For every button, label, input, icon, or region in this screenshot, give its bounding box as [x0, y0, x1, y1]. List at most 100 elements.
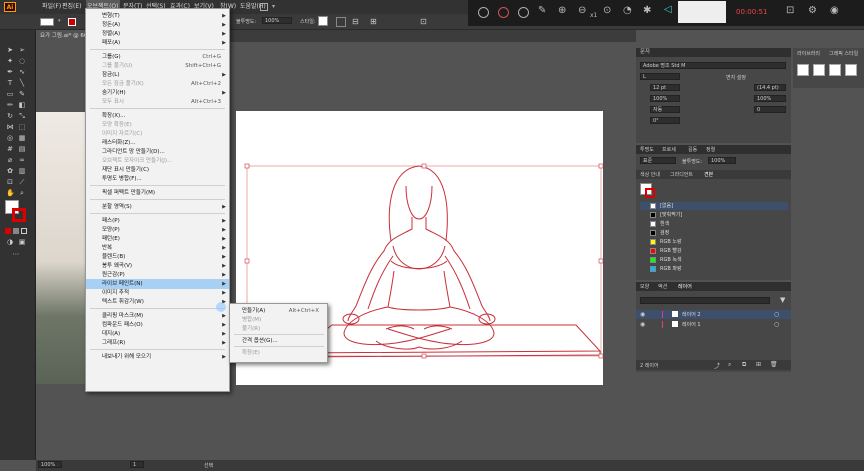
stroke-color-icon[interactable] [12, 208, 26, 222]
recolor-icon[interactable] [336, 17, 346, 27]
tab-actions[interactable]: 액션 [658, 283, 667, 290]
object-menu-item[interactable]: 모두 표시 Alt+Ctrl+3 [86, 97, 229, 107]
target-icon[interactable]: ○ [774, 321, 779, 328]
eye-icon[interactable]: ◉ [640, 311, 645, 318]
object-menu-item[interactable]: 픽셀 퍼펙트 만들기(M) [86, 188, 229, 198]
search-icon[interactable]: ⌕ [728, 361, 731, 369]
pen-icon[interactable]: ✎ [538, 5, 546, 16]
font-family-select[interactable]: Adobe 명조 Std M [640, 62, 786, 69]
trash-icon[interactable]: 🗑 [770, 361, 778, 368]
baseline-field[interactable]: 0 [754, 106, 786, 113]
swatch-row[interactable]: RGB 녹색 [640, 256, 788, 264]
object-menu-item[interactable]: 그래프(R) ▶ [86, 338, 229, 348]
chevron-down-icon[interactable]: ▾ [272, 3, 275, 10]
blend-icon[interactable]: ∞ [18, 156, 26, 164]
direct-selection-tool-icon[interactable]: ➢ [18, 46, 26, 54]
clip-icon[interactable]: ⧉ [742, 361, 746, 369]
tab-gradient[interactable]: 그라디언트 [670, 171, 693, 178]
rotate-icon[interactable]: ↻ [6, 112, 14, 120]
tracking-field[interactable]: 100% [650, 95, 680, 102]
font-style-select[interactable]: L [640, 73, 680, 80]
blend-mode-select[interactable]: 표준 [640, 157, 676, 164]
swatch-row[interactable]: [맞춰찍기] [640, 211, 788, 219]
swatch-row[interactable]: 검정 [640, 229, 788, 237]
color-mode-icon[interactable] [5, 228, 11, 234]
camera-icon[interactable]: ⊡ [786, 5, 794, 16]
leading-field[interactable]: (14.4 pt) [754, 84, 786, 91]
graphic-style-swatch[interactable] [829, 64, 841, 76]
selection-tool-icon[interactable]: ➤ [6, 46, 14, 54]
object-menu-item[interactable]: 패포(A) ▶ [86, 38, 229, 48]
layer-name[interactable]: 레이어 1 [682, 321, 701, 328]
isolate-icon[interactable]: ⊡ [420, 17, 430, 27]
gradient-mode-icon[interactable] [13, 228, 19, 234]
pencil-icon[interactable]: ✏ [6, 101, 14, 109]
none-mode-icon[interactable] [21, 228, 27, 234]
paintbrush-icon[interactable]: ✎ [18, 90, 26, 98]
target-icon[interactable]: ○ [774, 311, 779, 318]
align-icon[interactable]: ⊟ [352, 17, 362, 27]
cursor-icon[interactable]: ⊙ [603, 5, 611, 16]
swatch-row[interactable]: [없음] [640, 202, 788, 210]
eraser-icon[interactable]: ◧ [18, 101, 26, 109]
tab-appearance[interactable]: 모양 [640, 283, 649, 290]
speaker-icon[interactable]: ◁ [664, 4, 672, 15]
symbol-sprayer-icon[interactable]: ✿ [6, 167, 14, 175]
graphic-style-swatch[interactable] [797, 64, 809, 76]
settings-icon[interactable]: ⚙ [808, 5, 817, 16]
export-icon[interactable]: ⤴ [714, 361, 720, 370]
screen-mode-icon[interactable]: ▣ [18, 238, 26, 246]
graphic-style-swatch[interactable] [845, 64, 857, 76]
scale-icon[interactable]: ⤡ [18, 112, 26, 120]
artboard-tool-icon[interactable]: ⊡ [6, 178, 14, 186]
new-layer-icon[interactable]: ⊞ [756, 361, 761, 368]
tab-align[interactable]: 정렬 [706, 146, 715, 153]
swatch-row[interactable]: RGB 노랑 [640, 238, 788, 246]
menu-file[interactable]: 파일(F) [42, 0, 61, 14]
graphic-styles-tab[interactable]: 그래픽 스타일 [829, 50, 858, 57]
timer-icon[interactable] [518, 7, 529, 18]
live-paint-submenu-item[interactable]: 풀기(R) [230, 324, 327, 334]
object-menu-item[interactable]: 텍스트 휘감기(W) ▶ [86, 297, 229, 307]
tab-layers[interactable]: 레이어 [678, 283, 692, 290]
object-menu-item[interactable]: 내보내기 위해 모으기 ▶ [86, 352, 229, 362]
filter-icon[interactable]: ▼ [780, 296, 785, 304]
object-menu-item[interactable]: 분할 영역(S) ▶ [86, 202, 229, 212]
opacity-field[interactable]: 100% [262, 17, 292, 24]
pen-tool-icon[interactable]: ✒ [6, 68, 14, 76]
pause-icon[interactable] [478, 7, 489, 18]
free-transform-icon[interactable]: ⬚ [18, 123, 26, 131]
transform-icon[interactable]: ⊞ [370, 17, 380, 27]
fill-swatch[interactable] [40, 18, 54, 26]
font-size-field[interactable]: 12 pt [650, 84, 680, 91]
width-tool-icon[interactable]: ⋈ [6, 123, 14, 131]
kerning-field[interactable]: 자동 [650, 106, 680, 113]
live-paint-submenu-item[interactable]: 간격 옵션(G)... [230, 336, 327, 346]
zoom-icon[interactable]: ⊕ [558, 5, 566, 16]
magic-wand-icon[interactable]: ✦ [6, 57, 14, 65]
tab-swatches[interactable]: 견본 [704, 171, 713, 178]
perspective-grid-icon[interactable]: ▦ [18, 134, 26, 142]
stroke-swatch[interactable] [645, 188, 655, 198]
mic-icon[interactable]: ◉ [830, 5, 839, 16]
stroke-swatch[interactable] [68, 18, 76, 26]
curvature-icon[interactable]: ∿ [18, 68, 26, 76]
page-field[interactable]: 1 [130, 461, 144, 468]
tab-gildong[interactable]: 길동 [688, 146, 697, 153]
zoom-tool-icon[interactable]: ⌕ [18, 189, 26, 197]
graphic-style-swatch[interactable] [813, 64, 825, 76]
layer-row[interactable]: ◉ 레이어 1 ○ [636, 320, 791, 329]
menu-edit[interactable]: 편집(E) [62, 0, 82, 14]
lasso-icon[interactable]: ◌ [18, 57, 26, 65]
stop-icon[interactable] [498, 7, 509, 18]
live-paint-submenu-item[interactable]: 확장(E) [230, 348, 327, 358]
chevron-down-icon[interactable]: ▾ [58, 18, 61, 24]
drop-icon[interactable]: ◔ [623, 5, 632, 16]
zoom-out-icon[interactable]: ⊖ [578, 5, 586, 16]
layer-row[interactable]: ◉ 레이어 2 ○ [636, 310, 791, 319]
eye-icon[interactable]: ◉ [640, 321, 645, 328]
tab-process[interactable]: 프로세 [662, 146, 676, 153]
rectangle-tool-icon[interactable]: ▭ [6, 90, 14, 98]
vertical-scale-field[interactable]: 100% [754, 95, 786, 102]
type-tool-icon[interactable]: T [6, 79, 14, 87]
